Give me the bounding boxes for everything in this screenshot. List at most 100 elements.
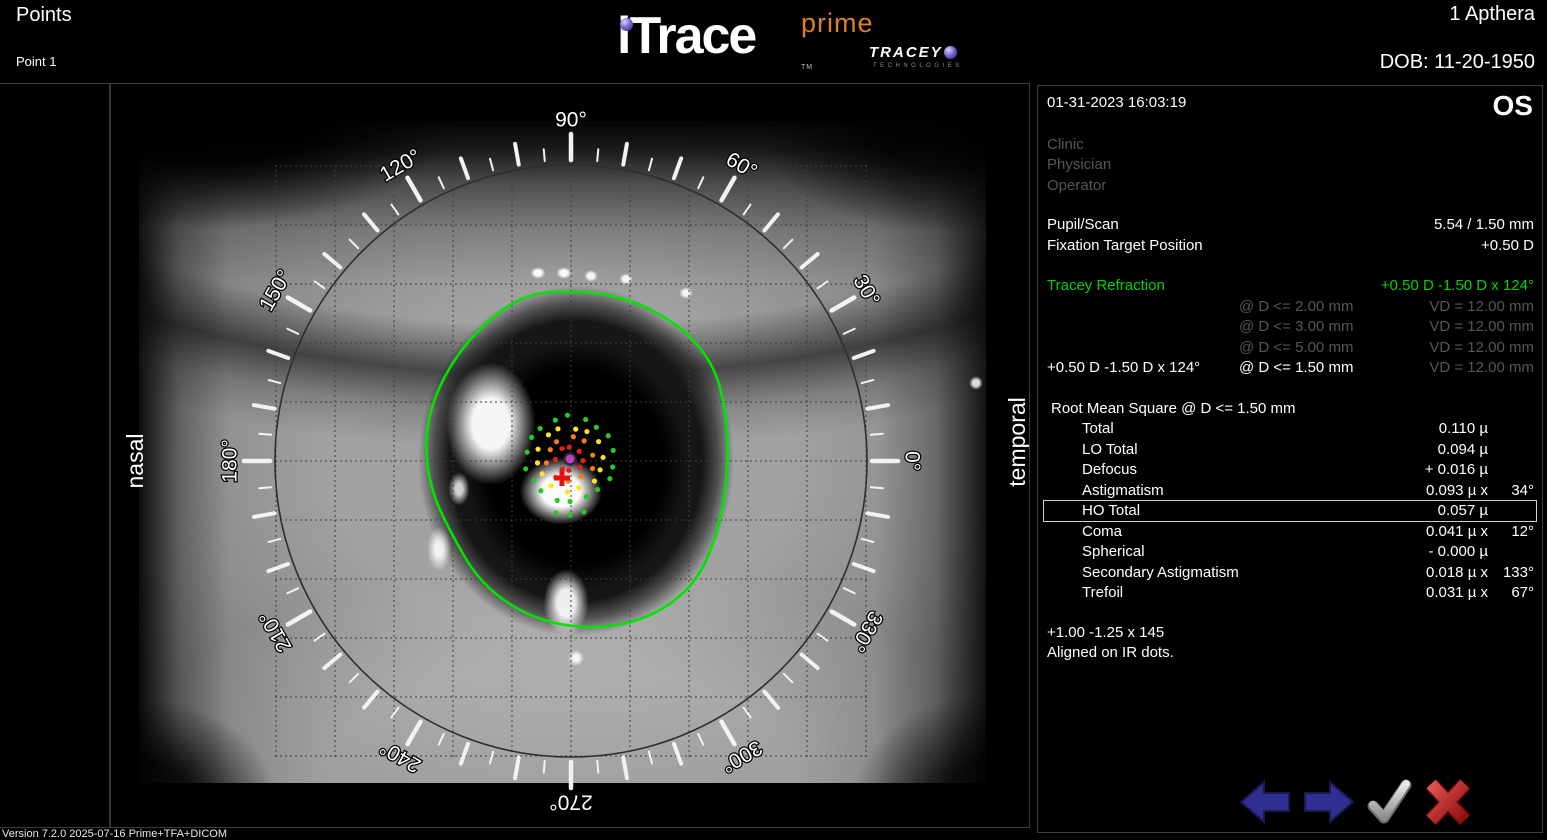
degree-label: 0°	[901, 451, 924, 471]
polar-overlay: 90° 60° 30° 0° 330° 300° 270° 240° 210° 180° 150° 1…	[122, 107, 1030, 815]
refraction-value	[1047, 338, 1239, 359]
degree-label: 300°	[717, 735, 766, 777]
rms-label: LO Total	[1082, 440, 1138, 458]
itrace-wordmark: iTrace	[617, 7, 757, 65]
measurement-dot	[553, 439, 560, 445]
rms-label: Defocus	[1082, 461, 1138, 478]
refraction-value	[1047, 317, 1239, 338]
refraction-row: @ D <= 2.00 mm VD = 12.00 mm	[1047, 297, 1534, 318]
rms-value: 0.094 µ	[1437, 440, 1488, 458]
tracey-text: TRACEY	[869, 44, 943, 61]
itrace-logo-dot	[620, 18, 633, 31]
degree-label: 330°	[845, 607, 887, 656]
measurement-dot	[524, 449, 530, 455]
rms-row[interactable]: Defocus + 0.016 µ	[1047, 460, 1534, 481]
left-sidebar-box	[0, 83, 110, 828]
point-label: Point 1	[16, 54, 57, 69]
degree-label: 180°	[219, 439, 242, 482]
degree-label: 240°	[376, 735, 425, 777]
rms-angle: 34°	[1511, 481, 1534, 499]
measurement-dot	[584, 428, 590, 435]
accept-button[interactable]	[1366, 779, 1412, 825]
measurement-dot	[576, 485, 582, 491]
refraction-value	[1047, 297, 1239, 318]
measurement-dot	[567, 512, 573, 518]
meta-label: Physician	[1047, 156, 1112, 173]
rms-label: HO Total	[1082, 502, 1141, 519]
vertex-distance: VD = 12.00 mm	[1429, 318, 1534, 335]
info-label: Pupil/Scan	[1047, 216, 1119, 233]
tracey-refraction-value: +0.50 D -1.50 D x 124°	[1380, 277, 1534, 294]
x-icon	[1425, 778, 1471, 826]
rms-value: 0.041 µ x	[1425, 522, 1488, 540]
rms-value: - 0.000 µ	[1428, 543, 1488, 560]
rms-table: Total 0.110 µ LO Total 0.094 µ Defocus + 0.01…	[1043, 419, 1537, 604]
measurement-dot	[564, 412, 571, 418]
diameter-label: @ D <= 3.00 mm	[1239, 318, 1354, 335]
rms-row[interactable]: Secondary Astigmatism 0.018 µ x 133°	[1047, 563, 1534, 584]
measurement-dot	[553, 510, 559, 516]
meta-label: Clinic	[1047, 135, 1084, 153]
arrow-right-icon	[1304, 779, 1355, 825]
scan-center-marker	[563, 452, 577, 466]
rms-value: 0.018 µ x	[1425, 563, 1488, 581]
rms-angle: 12°	[1511, 522, 1534, 540]
rms-label: Spherical	[1082, 543, 1145, 560]
rms-row[interactable]: Astigmatism 0.093 µ x 34°	[1047, 481, 1534, 502]
measurement-dot	[547, 447, 553, 453]
refraction-row: @ D <= 3.00 mm VD = 12.00 mm	[1047, 317, 1534, 338]
measurement-dot	[583, 494, 589, 500]
info-value: 5.54 / 1.50 mm	[1433, 216, 1534, 233]
tracey-technologies-text: TECHNOLOGIES	[873, 63, 963, 69]
tracey-ball-icon	[943, 46, 957, 59]
measurement-dot	[538, 488, 544, 494]
measurement-dot	[539, 471, 545, 477]
refraction-value: +0.50 D -1.50 D x 124°	[1047, 359, 1201, 376]
axis-label-nasal: nasal	[122, 434, 148, 489]
rms-row[interactable]: HO Total 0.057 µ	[1043, 500, 1537, 522]
version-text: Version 7.2.0 2025-07-16 Prime+TFA+DICOM	[2, 828, 227, 840]
info-row: Fixation Target Position +0.50 D	[1047, 236, 1534, 257]
diameter-label: @ D <= 2.00 mm	[1239, 297, 1354, 315]
degree-label: 120°	[376, 145, 425, 187]
measurement-dot	[581, 509, 587, 515]
measurement-dot	[578, 473, 584, 479]
rms-row[interactable]: LO Total 0.094 µ	[1047, 440, 1534, 461]
measurement-dot	[531, 477, 537, 483]
measurement-dot	[610, 447, 616, 453]
measurement-dot	[564, 489, 570, 495]
measurement-dot	[534, 460, 541, 466]
wavefront-dots	[523, 412, 616, 518]
prev-button[interactable]	[1238, 779, 1292, 825]
measurement-dot	[567, 498, 573, 505]
rms-label: Astigmatism	[1082, 481, 1164, 499]
refraction-row: +0.50 D -1.50 D x 124° @ D <= 1.50 mm VD =…	[1047, 358, 1534, 379]
patient-name: 1 Apthera	[1449, 3, 1535, 25]
measurement-dot	[548, 483, 554, 489]
rms-value: 0.110 µ	[1438, 420, 1488, 437]
info-row: Pupil/Scan 5.54 / 1.50 mm	[1047, 215, 1534, 236]
cancel-button[interactable]	[1422, 778, 1474, 826]
rms-row[interactable]: Total 0.110 µ	[1047, 419, 1534, 440]
rms-row[interactable]: Coma 0.041 µ x 12°	[1047, 522, 1534, 543]
rms-row[interactable]: Trefoil 0.031 µ x 67°	[1047, 583, 1534, 604]
degree-label: 60°	[722, 148, 761, 184]
measurement-dot	[554, 497, 560, 503]
degree-label: 150°	[255, 266, 297, 315]
measurement-dot	[591, 478, 598, 484]
measurement-dot	[535, 446, 541, 452]
measurement-dot	[559, 445, 565, 452]
measurement-dot	[583, 416, 589, 423]
measurement-dot	[594, 486, 601, 493]
measurement-dot	[590, 452, 596, 458]
rms-angle: 67°	[1511, 584, 1534, 601]
next-button[interactable]	[1302, 779, 1356, 825]
exam-meta: Clinic Physician Operator	[1047, 135, 1534, 197]
rms-value: + 0.016 µ	[1424, 461, 1488, 478]
axis-label-temporal: temporal	[1004, 397, 1030, 486]
patient-dob: DOB: 11-20-1950	[1379, 51, 1535, 73]
rms-row[interactable]: Spherical - 0.000 µ	[1047, 542, 1534, 563]
check-icon	[1367, 779, 1412, 824]
measurement-dot	[545, 432, 552, 438]
rms-header: Root Mean Square @ D <= 1.50 mm	[1051, 399, 1296, 417]
